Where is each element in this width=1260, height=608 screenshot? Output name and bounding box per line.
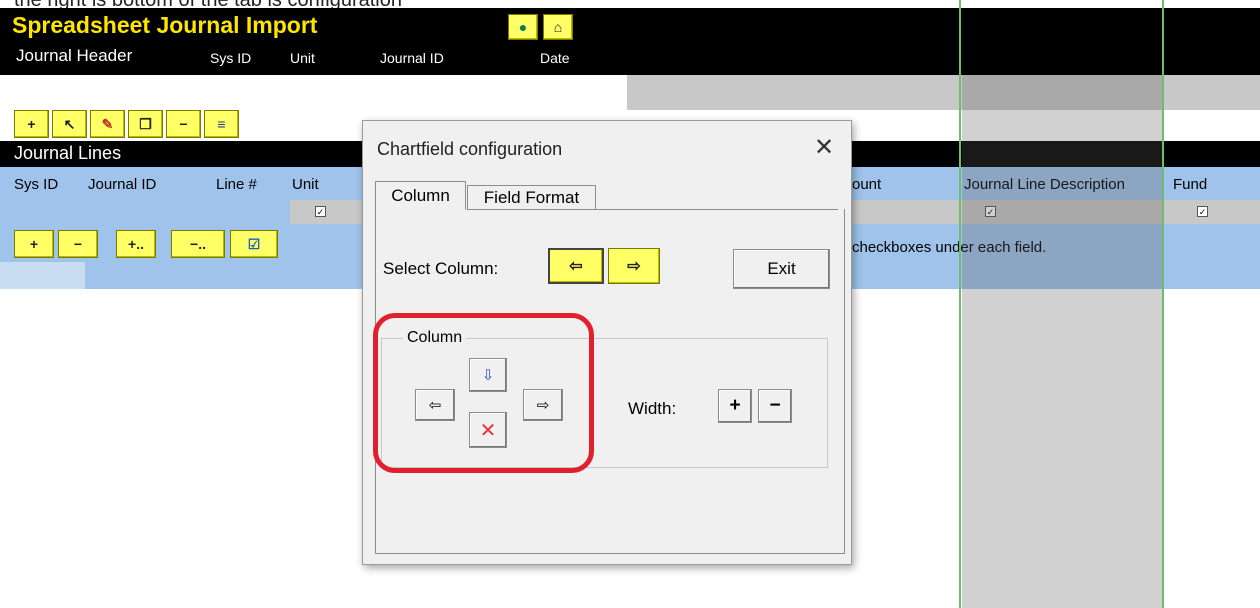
select-column-right-button[interactable]: ⇨: [608, 248, 660, 284]
column-gridline-left: [959, 0, 961, 608]
hdr-col-unit: Unit: [290, 50, 315, 66]
edit-header-button[interactable]: ✎: [90, 110, 125, 138]
arrow-left-icon: ⇦: [569, 258, 583, 275]
copy-icon: ❐: [139, 115, 152, 132]
list-icon: ≡: [217, 116, 226, 132]
width-plus-button[interactable]: +: [718, 389, 752, 423]
copy-header-button[interactable]: ❐: [128, 110, 163, 138]
line-col-line-number: Line #: [216, 176, 257, 193]
select-column-label: Select Column:: [383, 259, 499, 278]
line-col-sysid: Sys ID: [14, 176, 59, 193]
exit-button[interactable]: Exit: [733, 249, 830, 289]
width-minus-button[interactable]: −: [758, 389, 792, 423]
line-col-fund: Fund: [1173, 176, 1208, 193]
journal-lines-label: Journal Lines: [14, 143, 122, 163]
connect-icon: ●: [518, 19, 528, 35]
tab-field-format[interactable]: Field Format: [467, 185, 596, 210]
column-gridline-right: [1162, 0, 1164, 608]
check-icon: ☑: [247, 235, 261, 252]
remove-line-button[interactable]: −: [58, 230, 98, 258]
select-header-button[interactable]: ↖: [52, 110, 87, 138]
highlight-outline: [373, 313, 594, 473]
journal-header-label: Journal Header: [16, 46, 133, 65]
tab-column-label: Column: [391, 185, 450, 205]
chartfield-dialog: Chartfield configuration ✕ Column Field …: [362, 120, 852, 565]
hdr-col-date: Date: [540, 50, 570, 66]
line-col-unit: Unit: [292, 176, 319, 193]
hdr-col-sysid: Sys ID: [210, 50, 252, 66]
unit-checkbox[interactable]: ✓: [315, 206, 326, 217]
dialog-close-button[interactable]: ✕: [810, 133, 838, 161]
pointer-icon: ↖: [63, 115, 76, 132]
home-icon: ⌂: [553, 19, 563, 35]
tab-column[interactable]: Column: [375, 181, 466, 210]
exit-button-label: Exit: [767, 259, 796, 278]
list-header-button[interactable]: ≡: [204, 110, 239, 138]
line-col-amount: ount: [852, 176, 882, 193]
add-header-button[interactable]: +: [14, 110, 49, 138]
width-label: Width:: [628, 399, 677, 418]
select-column-left-button[interactable]: ⇦: [548, 248, 604, 284]
arrow-right-icon: ⇨: [627, 258, 641, 275]
dialog-title: Chartfield configuration: [377, 139, 563, 159]
header-gray-strip: [627, 75, 1260, 110]
pencil-icon: ✎: [101, 115, 114, 132]
line-col-journalid: Journal ID: [88, 176, 157, 193]
validate-lines-button[interactable]: ☑: [230, 230, 278, 258]
connect-button[interactable]: ●: [508, 14, 538, 40]
remove-header-button[interactable]: −: [166, 110, 201, 138]
hdr-col-journalid: Journal ID: [380, 50, 444, 66]
remove-lines-button[interactable]: −..: [171, 230, 225, 258]
add-lines-button[interactable]: +..: [116, 230, 156, 258]
tab-field-format-label: Field Format: [483, 188, 580, 207]
home-button[interactable]: ⌂: [543, 14, 573, 40]
selected-column-shade: [962, 75, 1162, 608]
app-title: Spreadsheet Journal Import: [12, 12, 318, 38]
add-line-button[interactable]: +: [14, 230, 54, 258]
close-icon: ✕: [813, 133, 835, 161]
lines-gray-gap: [0, 262, 85, 289]
fund-checkbox[interactable]: ✓: [1197, 206, 1208, 217]
